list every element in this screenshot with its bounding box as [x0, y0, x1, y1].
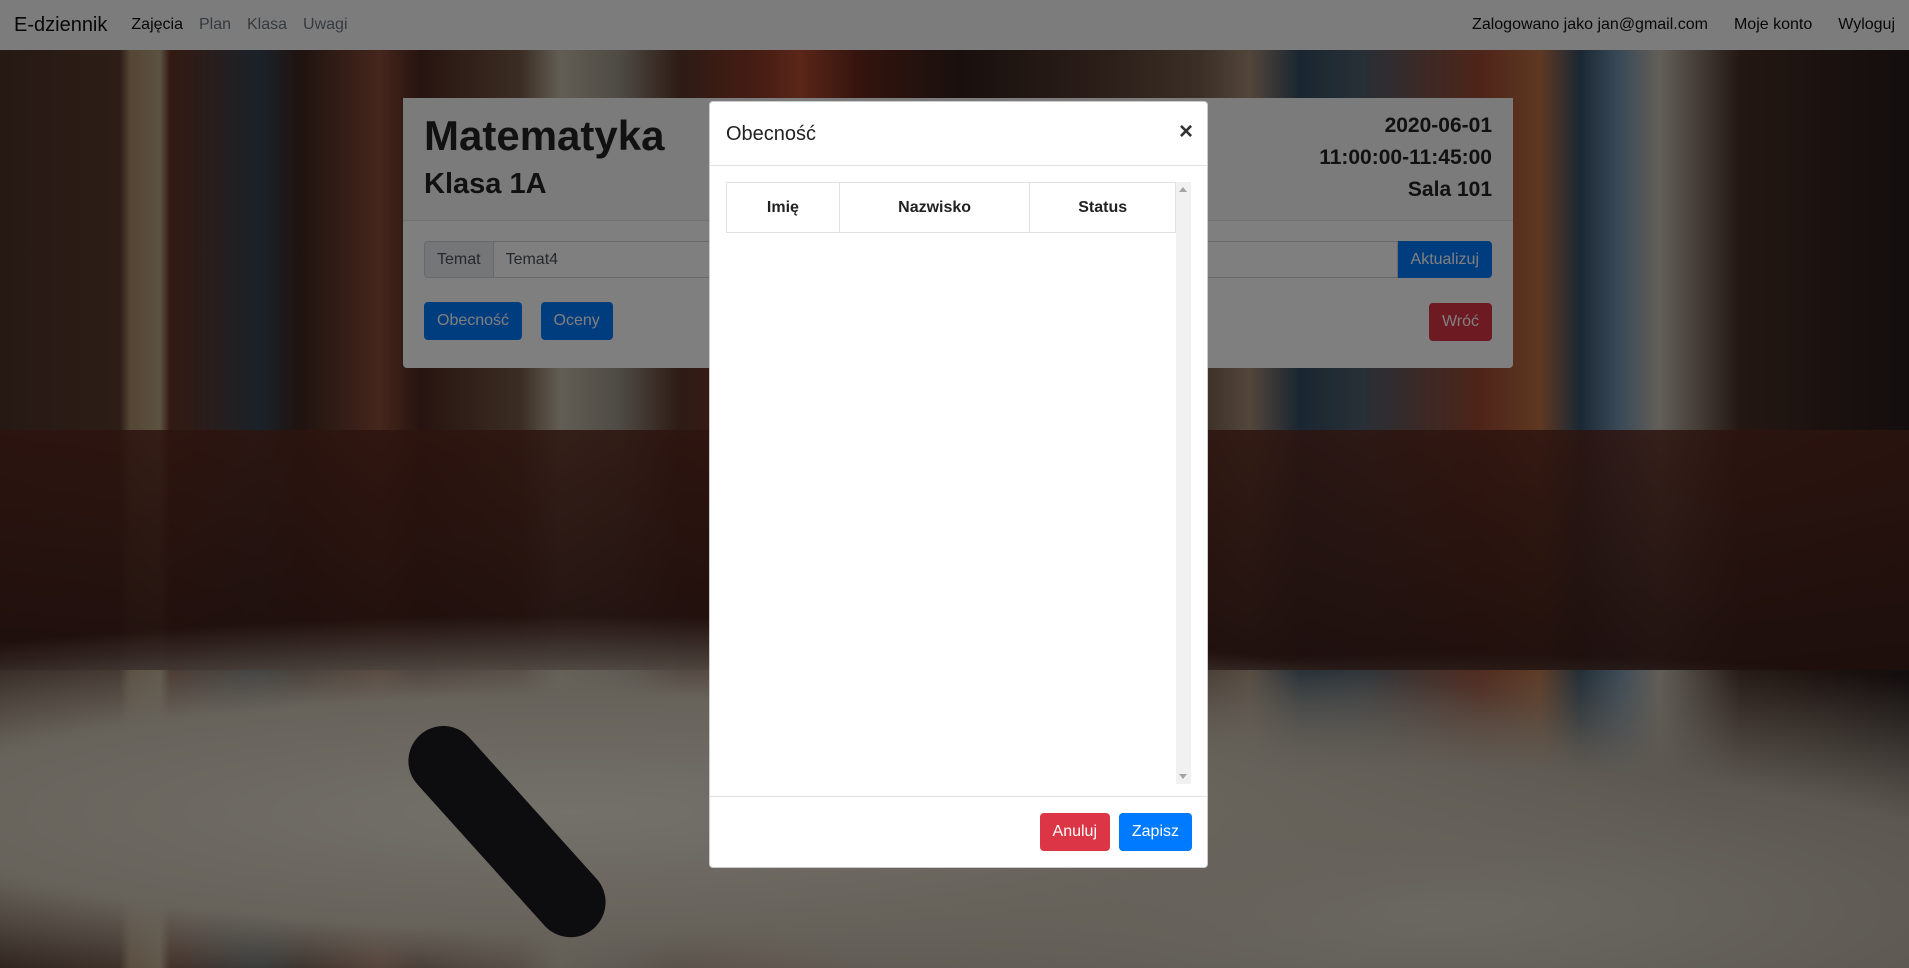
- scroll-up-arrow-icon[interactable]: [1179, 187, 1187, 192]
- column-header-imie: Imię: [726, 182, 840, 233]
- attendance-table-wrap: Imię Nazwisko Status: [726, 182, 1176, 784]
- modal-scrollbar[interactable]: [1176, 182, 1191, 784]
- modal-footer: Anuluj Zapisz: [710, 796, 1207, 867]
- save-button[interactable]: Zapisz: [1118, 813, 1192, 851]
- attendance-modal: Obecność × Imię Nazwisko Status Anuluj Z…: [709, 101, 1208, 868]
- scroll-down-arrow-icon[interactable]: [1179, 774, 1187, 779]
- cancel-button[interactable]: Anuluj: [1039, 813, 1110, 851]
- column-header-nazwisko: Nazwisko: [838, 182, 1031, 233]
- modal-header: Obecność ×: [710, 102, 1207, 166]
- column-header-status: Status: [1029, 182, 1176, 233]
- table-header-row: Imię Nazwisko Status: [726, 182, 1176, 233]
- close-icon[interactable]: ×: [1179, 118, 1193, 146]
- attendance-table: Imię Nazwisko Status: [726, 182, 1176, 233]
- modal-title: Obecność: [726, 123, 817, 145]
- modal-body: Imię Nazwisko Status: [726, 182, 1191, 784]
